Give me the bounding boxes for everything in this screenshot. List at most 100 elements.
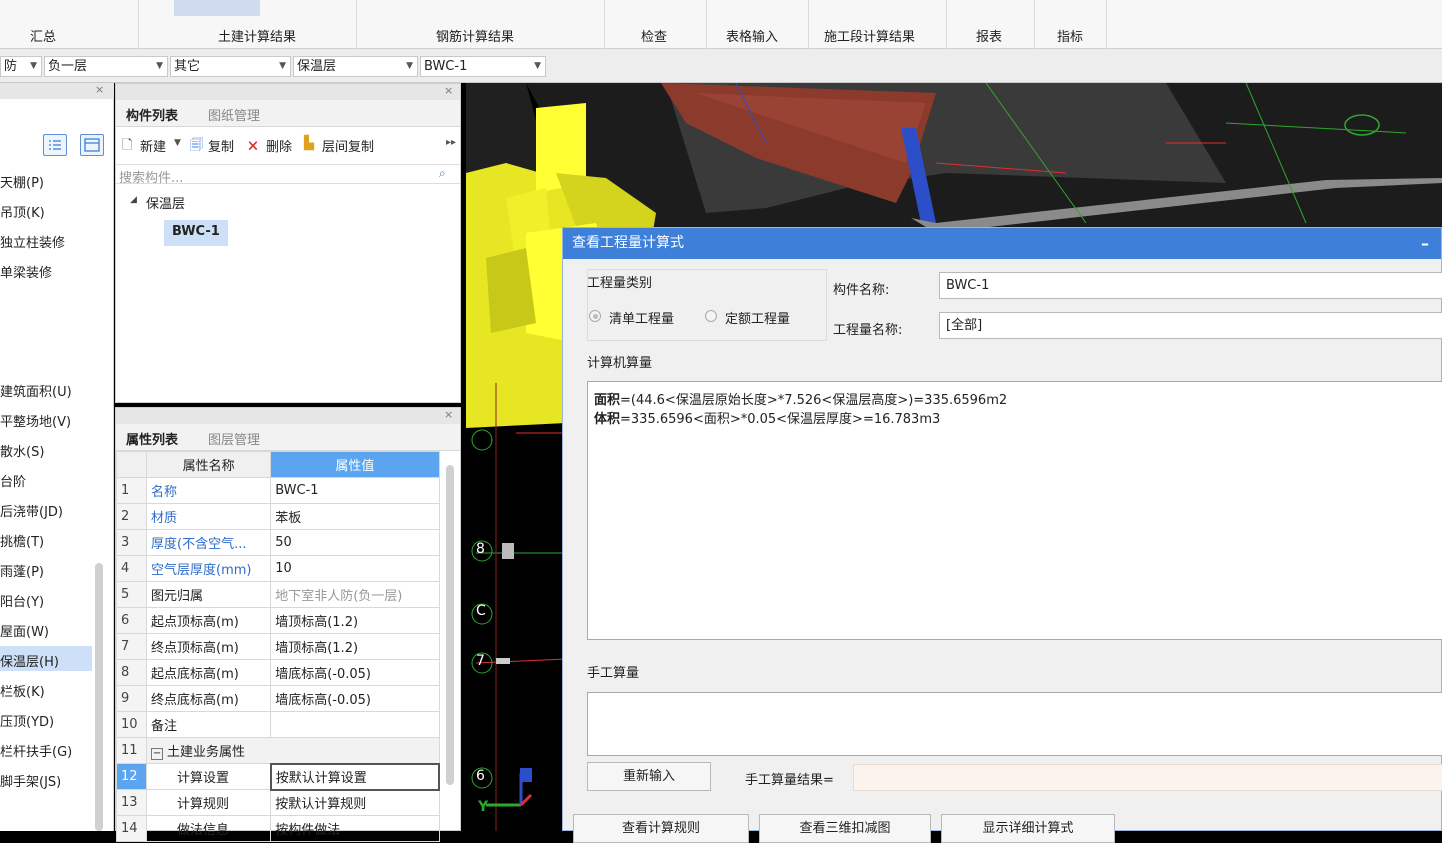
- left-item[interactable]: 脚手架(JS): [0, 771, 61, 790]
- view-3d-deduction-button[interactable]: 查看三维扣减图: [759, 814, 931, 843]
- table-row[interactable]: 9 终点底标高(m) 墙底标高(-0.05): [115, 685, 440, 712]
- tab-property-list[interactable]: 属性列表: [126, 429, 178, 448]
- radio-list-label[interactable]: 清单工程量: [609, 308, 674, 327]
- left-item[interactable]: 挑檐(T): [0, 531, 44, 550]
- left-item[interactable]: 雨蓬(P): [0, 561, 44, 580]
- property-value[interactable]: 墙顶标高(1.2): [270, 607, 440, 634]
- left-item[interactable]: 散水(S): [0, 441, 44, 460]
- radio-quota-quantity[interactable]: [705, 310, 717, 322]
- scrollbar[interactable]: [95, 563, 103, 831]
- tab-check[interactable]: 检查: [641, 26, 667, 45]
- property-value[interactable]: 墙底标高(-0.05): [270, 685, 440, 712]
- left-item[interactable]: 建筑面积(U): [0, 381, 72, 400]
- left-item[interactable]: 栏板(K): [0, 681, 45, 700]
- property-value[interactable]: 苯板: [270, 503, 440, 530]
- left-item[interactable]: 平整场地(V): [0, 411, 71, 430]
- tree-item-selected[interactable]: BWC-1: [164, 220, 228, 246]
- property-name-header: 属性名称: [146, 451, 272, 478]
- layer-copy-button[interactable]: 层间复制: [322, 136, 374, 155]
- property-value[interactable]: 地下室非人防(负一层): [270, 581, 440, 608]
- property-value[interactable]: 按构件做法: [270, 815, 440, 842]
- radio-list-quantity[interactable]: [589, 310, 601, 322]
- property-value[interactable]: [270, 711, 440, 738]
- property-value[interactable]: 按默认计算设置: [269, 762, 441, 791]
- tab-drawing-management[interactable]: 图纸管理: [208, 105, 260, 124]
- close-icon[interactable]: ×: [444, 408, 453, 421]
- row-index: 3: [115, 529, 148, 556]
- collapse-icon[interactable]: −: [151, 747, 164, 760]
- table-row[interactable]: 8 起点底标高(m) 墙底标高(-0.05): [115, 659, 440, 686]
- table-row[interactable]: 5 图元归属 地下室非人防(负一层): [115, 581, 440, 608]
- table-row[interactable]: 4 空气层厚度(mm) 10: [115, 555, 440, 582]
- table-row[interactable]: 13 计算规则 按默认计算规则: [115, 789, 440, 816]
- tab-summary[interactable]: 汇总: [30, 26, 56, 45]
- property-value[interactable]: 按默认计算规则: [270, 789, 440, 816]
- table-row[interactable]: 1 名称 BWC-1: [115, 477, 440, 504]
- copy-button[interactable]: 复制: [208, 136, 234, 155]
- delete-button[interactable]: 删除: [266, 136, 292, 155]
- property-value[interactable]: 墙顶标高(1.2): [270, 633, 440, 660]
- left-item[interactable]: 台阶: [0, 471, 26, 490]
- left-item[interactable]: 天棚(P): [0, 172, 44, 191]
- tab-component-list[interactable]: 构件列表: [126, 105, 178, 124]
- formula-textarea[interactable]: 面积=(44.6<保温层原始长度>*7.526<保温层高度>)=335.6596…: [587, 381, 1442, 640]
- property-value[interactable]: 50: [270, 529, 440, 556]
- component-search[interactable]: 搜索构件... ⌕: [116, 164, 460, 186]
- more-icon[interactable]: ▸▸: [446, 137, 456, 148]
- property-value[interactable]: 墙底标高(-0.05): [270, 659, 440, 686]
- left-item[interactable]: 阳台(Y): [0, 591, 44, 610]
- table-row[interactable]: 6 起点顶标高(m) 墙顶标高(1.2): [115, 607, 440, 634]
- dialog-title-bar[interactable]: 查看工程量计算式 –: [563, 228, 1441, 259]
- search-input[interactable]: 搜索构件...: [119, 167, 183, 186]
- scrollbar[interactable]: [446, 465, 454, 785]
- radio-quota-label[interactable]: 定额工程量: [725, 308, 790, 327]
- tab-indicators[interactable]: 指标: [1057, 26, 1083, 45]
- table-row-group[interactable]: 11− 土建业务属性: [115, 737, 440, 764]
- left-item[interactable]: 后浇带(JD): [0, 501, 63, 520]
- floor-select[interactable]: 负一层 ▼: [44, 56, 168, 77]
- left-item-selected[interactable]: 保温层(H): [0, 651, 59, 670]
- tree-group-label[interactable]: 保温层: [146, 193, 185, 212]
- component-select[interactable]: BWC-1 ▼: [420, 56, 546, 77]
- show-detailed-formula-button[interactable]: 显示详细计算式: [941, 814, 1115, 843]
- left-item[interactable]: 栏杆扶手(G): [0, 741, 72, 760]
- close-icon[interactable]: ×: [444, 84, 453, 97]
- close-icon[interactable]: ×: [95, 83, 104, 96]
- table-row[interactable]: 10 备注: [115, 711, 440, 738]
- left-item[interactable]: 吊顶(K): [0, 202, 45, 221]
- manual-result-field[interactable]: [853, 764, 1442, 791]
- tab-rebar-results[interactable]: 钢筋计算结果: [436, 26, 514, 45]
- tab-table-input[interactable]: 表格输入: [726, 26, 778, 45]
- component-name-field[interactable]: BWC-1: [939, 272, 1442, 299]
- list-view-icon[interactable]: [43, 134, 67, 156]
- search-icon[interactable]: ⌕: [439, 166, 446, 181]
- reinput-button[interactable]: 重新输入: [587, 762, 711, 791]
- chevron-down-icon[interactable]: ▼: [174, 138, 181, 148]
- table-row[interactable]: 7 终点顶标高(m) 墙顶标高(1.2): [115, 633, 440, 660]
- tab-reports[interactable]: 报表: [976, 26, 1002, 45]
- left-item[interactable]: 压顶(YD): [0, 711, 54, 730]
- tab-stage-results[interactable]: 施工段计算结果: [824, 26, 915, 45]
- table-row[interactable]: 3 厚度(不含空气... 50: [115, 529, 440, 556]
- left-item[interactable]: 独立柱装修: [0, 232, 65, 251]
- tree-expand-icon[interactable]: ◢: [130, 195, 137, 205]
- manual-input-textarea[interactable]: [587, 692, 1442, 756]
- property-value[interactable]: BWC-1: [270, 477, 440, 504]
- left-item[interactable]: 单梁装修: [0, 262, 52, 281]
- tab-civil-results[interactable]: 土建计算结果: [218, 26, 296, 45]
- tab-layer-management[interactable]: 图层管理: [208, 429, 260, 448]
- component-type-select[interactable]: 保温层 ▼: [293, 56, 418, 77]
- view-rules-button[interactable]: 查看计算规则: [573, 814, 749, 843]
- quantity-name-field[interactable]: [全部]: [939, 312, 1442, 339]
- minimize-icon[interactable]: –: [1421, 228, 1429, 259]
- table-row[interactable]: 2 材质 苯板: [115, 503, 440, 530]
- table-row[interactable]: 14 做法信息 按构件做法: [115, 815, 440, 842]
- floor-type-select[interactable]: 防 ▼: [0, 56, 42, 77]
- detail-view-icon[interactable]: [80, 134, 104, 156]
- new-button[interactable]: 新建: [140, 136, 166, 155]
- row-index: 4: [115, 555, 148, 582]
- property-value[interactable]: 10: [270, 555, 440, 582]
- table-row-selected[interactable]: 12 计算设置 按默认计算设置: [115, 762, 441, 791]
- category-select[interactable]: 其它 ▼: [170, 56, 291, 77]
- left-item[interactable]: 屋面(W): [0, 621, 49, 640]
